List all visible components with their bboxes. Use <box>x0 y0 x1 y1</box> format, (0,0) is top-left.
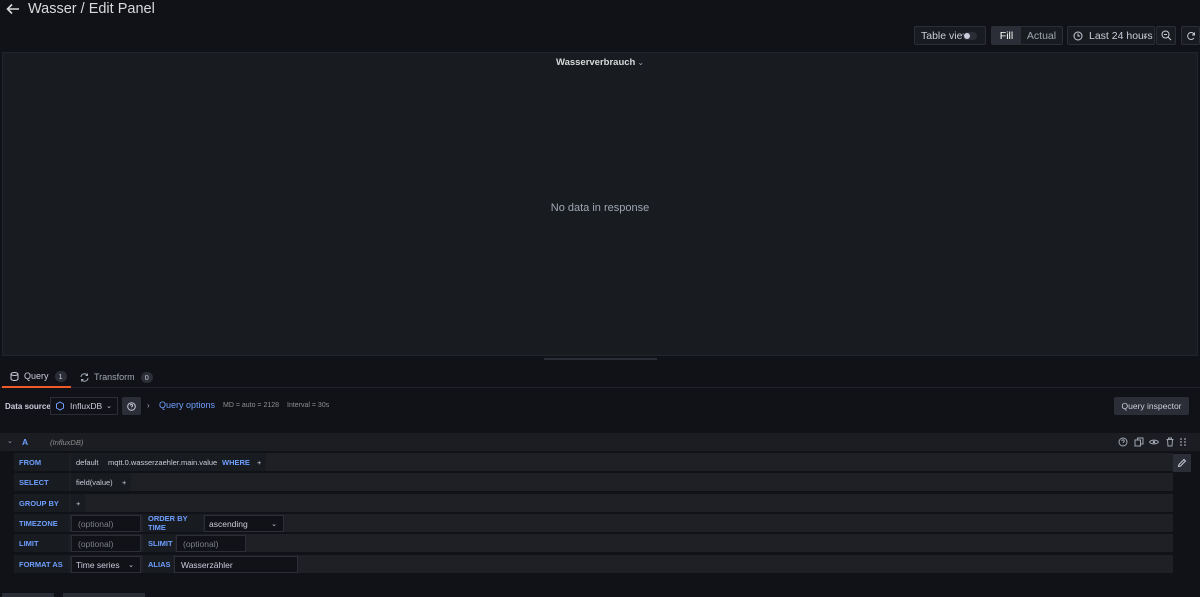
toggle-raw-query-button[interactable] <box>1173 454 1191 472</box>
chevron-down-icon: ⌄ <box>637 58 645 67</box>
chevron-down-icon: ⌄ <box>1142 31 1149 40</box>
data-source-help-button[interactable] <box>122 397 141 415</box>
data-source-value: InfluxDB <box>70 401 103 411</box>
trash-icon[interactable] <box>1165 437 1175 447</box>
interval-info: Interval = 30s <box>287 402 330 409</box>
editor-tabs: Query 1 Transform 0 <box>0 366 1200 388</box>
from-keyword: FROM <box>14 453 69 471</box>
format-as-select[interactable]: Time series ⌄ <box>71 556 141 573</box>
influxdb-icon <box>56 401 64 411</box>
limit-row: LIMIT (optional) SLIMIT (optional) <box>14 534 1173 552</box>
top-bar <box>0 0 1200 22</box>
eye-icon[interactable] <box>1149 437 1159 447</box>
no-data-message: No data in response <box>550 202 650 214</box>
alias-keyword: ALIAS <box>143 555 173 573</box>
select-field-segment[interactable]: field(value) <box>71 473 118 491</box>
question-icon <box>127 401 136 411</box>
arrow-left-icon[interactable] <box>6 2 20 16</box>
chevron-down-icon: ⌄ <box>271 520 277 528</box>
drag-handle-icon[interactable] <box>1178 437 1188 447</box>
clock-icon <box>1073 31 1083 40</box>
data-source-label: Data source <box>5 402 51 411</box>
help-icon[interactable] <box>1118 437 1128 447</box>
panel-preview: Wasserverbrauch ⌄ No data in response <box>2 52 1198 356</box>
add-query-button[interactable] <box>2 593 54 597</box>
zoom-out-button[interactable] <box>1156 26 1176 45</box>
add-group-by-button[interactable]: + <box>71 494 85 512</box>
max-data-points-info: MD = auto = 2128 <box>223 402 280 409</box>
slimit-keyword: SLIMIT <box>143 534 175 552</box>
chevron-down-icon: ⌄ <box>106 403 112 410</box>
transform-icon <box>80 372 89 382</box>
tab-query-label: Query <box>24 371 49 381</box>
refresh-icon <box>1186 31 1195 40</box>
add-where-button[interactable]: + <box>252 453 266 471</box>
order-by-time-value: ascending <box>209 518 248 529</box>
slimit-input[interactable]: (optional) <box>176 535 246 552</box>
time-range-picker[interactable]: Last 24 hours ⌄ <box>1067 26 1155 45</box>
timezone-keyword: TIMEZONE <box>14 514 69 532</box>
select-keyword: SELECT <box>14 473 69 491</box>
from-row: FROM default mqtt.0.wasserzaehler.main.v… <box>14 453 1173 471</box>
query-row-header <box>0 433 1200 451</box>
tab-transform-label: Transform <box>94 372 135 382</box>
actual-button[interactable]: Actual <box>1021 27 1062 44</box>
fill-actual-group: Fill Actual <box>991 26 1063 45</box>
timezone-input[interactable]: (optional) <box>71 515 141 532</box>
chevron-down-icon[interactable]: ⌄ <box>7 437 13 445</box>
measurement-segment[interactable]: mqtt.0.wasserzaehler.main.value <box>103 453 223 471</box>
add-select-button[interactable]: + <box>117 473 131 491</box>
pane-splitter[interactable] <box>544 358 657 360</box>
timezone-row: TIMEZONE (optional) ORDER BY TIME ascend… <box>14 514 1173 532</box>
chevron-right-icon[interactable]: › <box>147 401 150 410</box>
toggle-switch[interactable] <box>963 32 977 40</box>
data-source-select[interactable]: InfluxDB ⌄ <box>50 397 118 415</box>
limit-keyword: LIMIT <box>14 534 69 552</box>
query-count-badge: 1 <box>54 370 67 382</box>
order-by-time-keyword: ORDER BY TIME <box>143 514 203 532</box>
query-inspector-button[interactable]: Query inspector <box>1114 397 1189 415</box>
where-keyword: WHERE <box>217 453 252 471</box>
query-datasource-name: (InfluxDB) <box>50 438 84 447</box>
format-as-row: FORMAT AS Time series ⌄ ALIAS Wasserzähl… <box>14 555 1173 573</box>
limit-input[interactable]: (optional) <box>71 535 141 552</box>
refresh-button[interactable] <box>1181 26 1200 45</box>
pencil-icon <box>1177 458 1187 468</box>
query-options-link[interactable]: Query options <box>159 400 215 410</box>
format-as-value: Time series <box>76 559 120 570</box>
page-title: Wasser / Edit Panel <box>28 1 155 17</box>
transform-count-badge: 0 <box>140 371 153 383</box>
retention-policy-segment[interactable]: default <box>71 453 104 471</box>
tab-query[interactable]: Query 1 <box>2 366 71 388</box>
panel-title-text: Wasserverbrauch <box>555 57 636 68</box>
group-by-keyword: GROUP BY <box>14 494 69 512</box>
zoom-out-icon <box>1161 30 1171 41</box>
add-expression-button[interactable] <box>63 593 145 597</box>
format-as-keyword: FORMAT AS <box>14 555 69 573</box>
query-ref-id[interactable]: A <box>22 437 28 447</box>
alias-input[interactable]: Wasserzähler <box>174 556 298 573</box>
order-by-time-select[interactable]: ascending ⌄ <box>204 515 284 532</box>
database-icon <box>10 371 19 381</box>
fill-button[interactable]: Fill <box>992 27 1021 44</box>
select-row: SELECT field(value) + <box>14 473 1173 491</box>
panel-title[interactable]: Wasserverbrauch ⌄ <box>3 57 1197 68</box>
tab-transform[interactable]: Transform 0 <box>80 366 153 388</box>
table-view-toggle[interactable]: Table view <box>914 26 986 45</box>
chevron-down-icon: ⌄ <box>128 561 134 569</box>
duplicate-icon[interactable] <box>1134 437 1144 447</box>
group-by-row: GROUP BY + <box>14 494 1173 512</box>
